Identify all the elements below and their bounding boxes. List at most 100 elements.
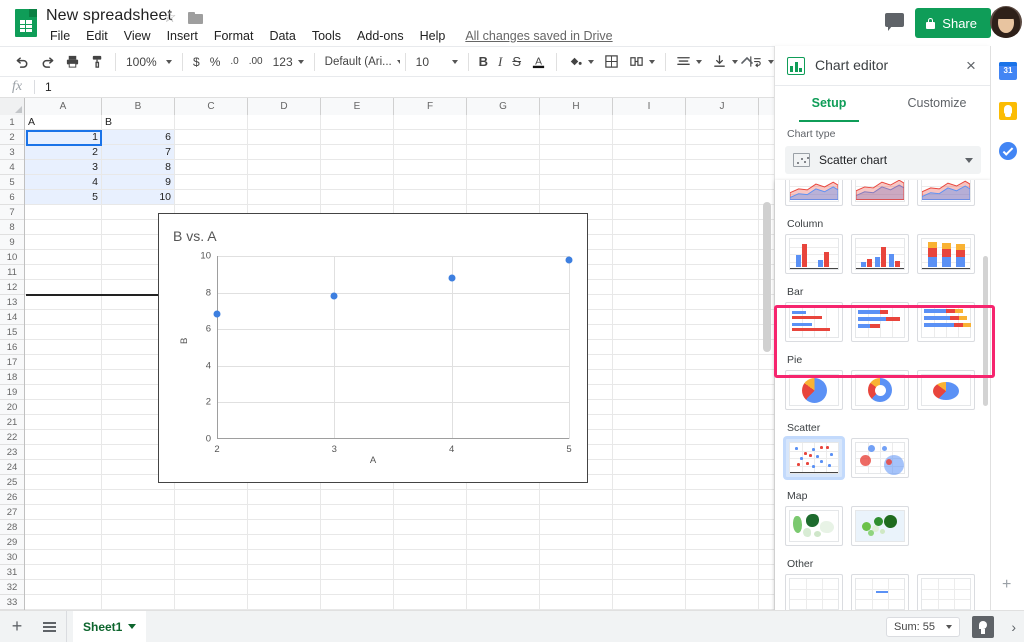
row-header-2[interactable]: 2 (0, 130, 24, 145)
paint-format-button[interactable] (85, 49, 110, 75)
cell-A5[interactable]: 4 (25, 175, 102, 190)
row-header-21[interactable]: 21 (0, 415, 24, 430)
row-header-32[interactable]: 32 (0, 580, 24, 595)
cell-B6[interactable]: 10 (102, 190, 175, 205)
cell-A21[interactable] (25, 415, 102, 430)
cell-K1[interactable] (759, 115, 774, 130)
keep-icon[interactable] (999, 102, 1017, 120)
cell-I22[interactable] (613, 430, 686, 445)
cell-I20[interactable] (613, 400, 686, 415)
row-header-17[interactable]: 17 (0, 355, 24, 370)
cell-A16[interactable] (25, 340, 102, 355)
cell-C27[interactable] (175, 505, 248, 520)
cell-H1[interactable] (540, 115, 613, 130)
cell-K21[interactable] (759, 415, 774, 430)
cell-A6[interactable]: 5 (25, 190, 102, 205)
cell-D2[interactable] (248, 130, 321, 145)
cell-J13[interactable] (686, 295, 759, 310)
table-row[interactable]: AB (25, 115, 774, 130)
fill-color-button[interactable] (562, 49, 599, 75)
column-header-h[interactable]: H (540, 98, 613, 115)
calendar-icon[interactable] (999, 62, 1017, 80)
menu-edit[interactable]: Edit (78, 27, 116, 45)
table-row[interactable]: 16 (25, 130, 774, 145)
cell-A10[interactable] (25, 250, 102, 265)
table-row[interactable]: 5 10 (25, 190, 774, 205)
chart-type-thumbnail-map-1[interactable] (785, 506, 843, 546)
cell-I9[interactable] (613, 235, 686, 250)
cell-A14[interactable] (25, 310, 102, 325)
menu-file[interactable]: File (46, 27, 78, 45)
cell-K25[interactable] (759, 475, 774, 490)
cell-G32[interactable] (467, 580, 540, 595)
cell-J21[interactable] (686, 415, 759, 430)
cell-C33[interactable] (175, 595, 248, 610)
chart-type-thumbnail-map-2[interactable] (851, 506, 909, 546)
document-title[interactable]: New spreadsheet (46, 7, 172, 25)
cell-D5[interactable] (248, 175, 321, 190)
redo-button[interactable] (35, 49, 60, 75)
cell-A7[interactable] (25, 205, 102, 220)
cell-D31[interactable] (248, 565, 321, 580)
row-header-23[interactable]: 23 (0, 445, 24, 460)
comments-icon[interactable] (885, 13, 905, 31)
row-header-5[interactable]: 5 (0, 175, 24, 190)
cell-J25[interactable] (686, 475, 759, 490)
chart-type-thumbnail-other-2[interactable] (851, 574, 909, 614)
row-header-22[interactable]: 22 (0, 430, 24, 445)
chart-type-thumbnail-other-3[interactable] (917, 574, 975, 614)
cell-D27[interactable] (248, 505, 321, 520)
cell-A29[interactable] (25, 535, 102, 550)
cell-C4[interactable] (175, 160, 248, 175)
cell-A26[interactable] (25, 490, 102, 505)
table-row[interactable] (25, 520, 774, 535)
cell-I31[interactable] (613, 565, 686, 580)
cell-J19[interactable] (686, 385, 759, 400)
cell-B27[interactable] (102, 505, 175, 520)
cell-G29[interactable] (467, 535, 540, 550)
cell-F27[interactable] (394, 505, 467, 520)
table-row[interactable]: 27 (25, 145, 774, 160)
cell-K20[interactable] (759, 400, 774, 415)
row-header-9[interactable]: 9 (0, 235, 24, 250)
cell-G28[interactable] (467, 520, 540, 535)
tab-setup[interactable]: Setup (775, 86, 883, 122)
row-header-12[interactable]: 12 (0, 280, 24, 295)
row-header-15[interactable]: 15 (0, 325, 24, 340)
menu-insert[interactable]: Insert (159, 27, 206, 45)
cell-G1[interactable] (467, 115, 540, 130)
cell-J16[interactable] (686, 340, 759, 355)
cell-I29[interactable] (613, 535, 686, 550)
cell-A12[interactable] (25, 280, 102, 295)
cell-H33[interactable] (540, 595, 613, 610)
cell-H3[interactable] (540, 145, 613, 160)
cell-C1[interactable] (175, 115, 248, 130)
row-header-33[interactable]: 33 (0, 595, 24, 610)
menu-tools[interactable]: Tools (304, 27, 349, 45)
cell-C30[interactable] (175, 550, 248, 565)
collapse-toolbar-button[interactable] (737, 52, 759, 72)
cell-H32[interactable] (540, 580, 613, 595)
column-header-a[interactable]: A (25, 98, 102, 115)
cell-B1[interactable]: B (102, 115, 175, 130)
cell-D26[interactable] (248, 490, 321, 505)
cell-I5[interactable] (613, 175, 686, 190)
cell-K17[interactable] (759, 355, 774, 370)
cell-A28[interactable] (25, 520, 102, 535)
row-header-26[interactable]: 26 (0, 490, 24, 505)
cell-J28[interactable] (686, 520, 759, 535)
cell-J11[interactable] (686, 265, 759, 280)
cell-I3[interactable] (613, 145, 686, 160)
cell-G30[interactable] (467, 550, 540, 565)
cell-C5[interactable] (175, 175, 248, 190)
cell-G5[interactable] (467, 175, 540, 190)
table-row[interactable] (25, 490, 774, 505)
cell-K26[interactable] (759, 490, 774, 505)
row-header-31[interactable]: 31 (0, 565, 24, 580)
cell-A22[interactable] (25, 430, 102, 445)
cell-E31[interactable] (321, 565, 394, 580)
merge-cells-button[interactable] (624, 49, 660, 75)
cell-G2[interactable] (467, 130, 540, 145)
undo-button[interactable] (10, 49, 35, 75)
cell-B30[interactable] (102, 550, 175, 565)
